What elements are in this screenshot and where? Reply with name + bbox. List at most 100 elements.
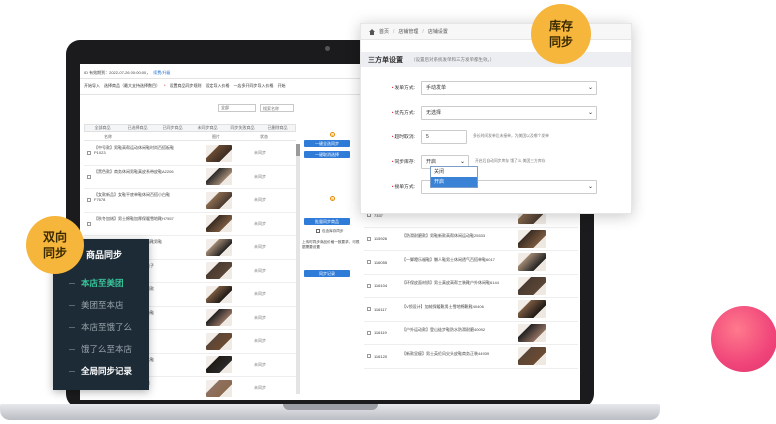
field-label: 发单方式 (394, 86, 414, 91)
table-row[interactable]: 【黑色款】商务休闲男鞋真皮系带皮鞋A2206 未同步 (84, 166, 296, 189)
left-table-header: 名称 图片 状态 (84, 134, 296, 141)
badge-text: 双向 同步 (42, 230, 67, 260)
table-row[interactable]: 116119 【户外运动款】登山徒步鞋防水防滑耐磨40092 (364, 322, 578, 345)
tab-failed[interactable]: 同步失败商品 (225, 125, 260, 131)
chevron-down-icon: ⌄ (587, 84, 593, 91)
table-row[interactable]: 【中号款】男鞋高帮运动休闲鞋时尚百搭板鞋P1023 未同步 (84, 142, 296, 166)
account-expiry-text: ID 有效期到：2022-07-26 00:00:00， (84, 70, 151, 75)
row-checkbox[interactable] (87, 174, 91, 179)
stock-sync-label: 包含库存同步 (322, 229, 344, 233)
product-title: 【女款新品】女鞋平底单鞋休闲百搭小白鞋F7678 (94, 192, 170, 203)
product-thumbnail (206, 262, 232, 280)
sync-status: 未同步 (254, 291, 266, 297)
breadcrumb-store-manage[interactable]: 店铺管理 (398, 28, 418, 35)
promo-stage: ID 有效期到：2022-07-26 00:00:00， 续费/升级 开始导入 选… (0, 0, 776, 424)
step-6[interactable]: 开始 (278, 83, 286, 89)
table-row[interactable]: 116055 【一脚蹬乐福鞋】懒人鞋男士休闲透气百搭单鞋6017 (364, 251, 578, 275)
product-thumbnail (206, 309, 232, 327)
sidebar-item-global-sync-log[interactable]: 全局同步记录 (69, 365, 132, 377)
product-title: 【中号款】男鞋高帮运动休闲鞋时尚百搭板鞋P1023 (94, 145, 174, 156)
stock-sync-dropdown: 关闭 开启 (430, 166, 478, 188)
right-product-list: 7337 115926 【防滑耐磨款】男鞋新款高帮休闲运动鞋25533 116055 【… (364, 204, 578, 369)
step-3[interactable]: 设置商品同步规则 (170, 83, 202, 89)
accept-mode-row: •接单方式: ⌄ (361, 178, 631, 195)
product-thumbnail (518, 276, 546, 295)
table-row[interactable]: 116117 【V领设计】加绒保暖靴男士雪地棉靴鞋40406 (364, 298, 578, 322)
priority-mode-select[interactable]: 无选择 ⌄ (421, 105, 597, 120)
timeout-input[interactable]: 5 (421, 129, 467, 144)
sidebar-item-label: 本店至饿了么 (81, 322, 133, 332)
product-thumbnail (206, 285, 232, 303)
table-row[interactable]: 116104 【环保皮面材质】男士真皮高帮工装靴户外休闲鞋6144 (364, 275, 578, 298)
product-id: 116119 (374, 330, 387, 336)
dash-icon (69, 349, 75, 351)
sync-status: 未同步 (254, 338, 266, 344)
table-row[interactable]: 【女款新品】女鞋平底单鞋休闲百搭小白鞋F7678 未同步 (84, 189, 296, 213)
step-5[interactable]: 一店多开同步导入价格 (234, 83, 274, 89)
sidebar-item-store-to-eleme[interactable]: 本店至饿了么 (69, 321, 132, 333)
field-label: 同步库存 (394, 160, 414, 165)
product-title: 【V领设计】加绒保暖靴男士雪地棉靴鞋40406 (402, 303, 484, 309)
stock-sync-checkbox[interactable] (316, 229, 320, 234)
breadcrumb-separator: / (393, 28, 395, 35)
sync-record-button[interactable]: 同步记录 (304, 270, 350, 277)
batch-sync-button[interactable]: 批量同步商品 (304, 218, 350, 225)
product-id: 116055 (374, 259, 388, 265)
select-all-sync-button[interactable]: 一键全选同步 (304, 140, 350, 147)
product-thumbnail (206, 191, 232, 209)
home-icon[interactable] (369, 28, 375, 35)
row-checkbox[interactable] (367, 283, 371, 288)
sidebar-title: 商品同步 (86, 250, 123, 260)
search-input[interactable] (260, 104, 294, 112)
dropdown-option-off[interactable]: 关闭 (431, 167, 477, 177)
step-4[interactable]: 设定导入价格 (206, 83, 230, 89)
timeout-cancel-row: •超时取消: 5 多长时间发单后未接单，为美团以及哪个发单 (361, 128, 631, 145)
product-thumbnail (206, 144, 232, 162)
cancel-select-button[interactable]: 一键取消选择 (304, 151, 350, 158)
product-thumbnail (206, 332, 232, 350)
row-checkbox[interactable] (367, 260, 371, 265)
tab-unsynced[interactable]: 未同步商品 (190, 125, 225, 131)
dropdown-option-on[interactable]: 开启 (431, 177, 477, 187)
stock-sync-hint: 开启后自动同步库存 饿了么 美团三方库存 (475, 159, 546, 163)
renew-link[interactable]: 续费/升级 (153, 70, 170, 75)
tab-all[interactable]: 全部商品 (85, 125, 120, 131)
step-2[interactable]: 选择商品（最大支持选择数目） (104, 83, 160, 89)
filter-select[interactable]: 全部 (218, 104, 256, 112)
sidebar-item-label: 全局同步记录 (81, 366, 133, 376)
dispatch-mode-label: •发单方式: (391, 86, 415, 91)
sidebar-item-meituan-to-store[interactable]: 美团至本店 (69, 299, 124, 311)
sync-status: 未同步 (254, 244, 266, 250)
row-checkbox[interactable] (367, 330, 371, 335)
tab-selected[interactable]: 已选择商品 (120, 125, 155, 131)
product-thumbnail (206, 379, 232, 397)
breadcrumb-store-settings: 店铺设置 (427, 29, 448, 35)
table-row[interactable]: 【秋冬加绒】男士棉鞋加厚保暖雪地靴H7557 未同步 (84, 213, 296, 236)
sync-status: 未同步 (254, 220, 266, 226)
scrollbar-thumb[interactable] (296, 144, 300, 156)
product-id: 115926 (374, 236, 388, 242)
sidebar-item-eleme-to-store[interactable]: 饿了么至本店 (69, 343, 132, 355)
left-scrollbar[interactable] (296, 144, 300, 394)
timeout-cancel-label: •超时取消: (391, 135, 415, 140)
dispatch-mode-select[interactable]: 手动发单 ⌄ (421, 80, 597, 95)
section-title: 三方单设置 (368, 56, 403, 64)
col-name: 名称 (104, 134, 112, 139)
product-title: 【一脚蹬乐福鞋】懒人鞋男士休闲透气百搭单鞋6017 (402, 256, 495, 262)
timeout-hint: 多长时间发单后未接单，为美团以及哪个发单 (473, 134, 549, 138)
breadcrumb-home[interactable]: 首页 (379, 28, 389, 35)
step-1[interactable]: 开始导入 (84, 83, 100, 89)
table-row[interactable]: 115926 【防滑耐磨款】男鞋新款高帮休闲运动鞋25533 (364, 228, 578, 251)
tab-deleted[interactable]: 已删除商品 (260, 125, 295, 131)
dash-icon (69, 371, 75, 373)
row-checkbox[interactable] (87, 151, 91, 156)
chevron-down-icon: ⌄ (587, 183, 593, 190)
row-checkbox[interactable] (87, 198, 91, 203)
tab-synced[interactable]: 已同步商品 (155, 125, 190, 131)
table-row[interactable]: 116120 【新款显瘦】男士英伦风尖头皮鞋商务正装44939 (364, 345, 578, 369)
row-checkbox[interactable] (367, 354, 371, 359)
row-checkbox[interactable] (367, 236, 371, 241)
sidebar-item-store-to-meituan[interactable]: 本店至美团 (69, 277, 124, 289)
row-checkbox[interactable] (87, 221, 91, 226)
row-checkbox[interactable] (367, 307, 371, 312)
